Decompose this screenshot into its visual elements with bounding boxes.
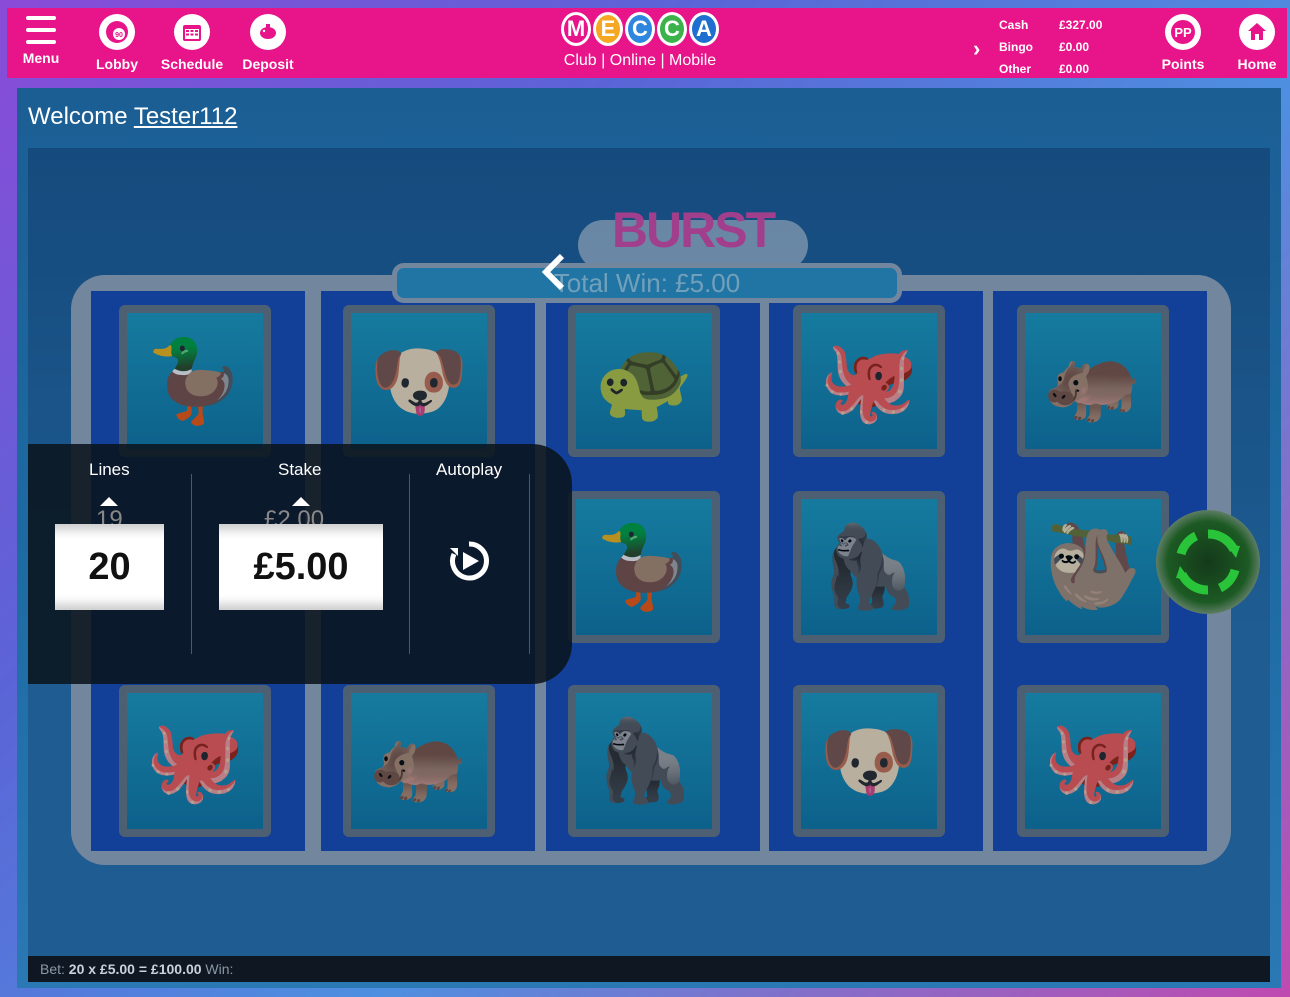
svg-text:90: 90 — [115, 32, 123, 39]
symbol-pug: 🐶 — [343, 305, 495, 457]
points-button[interactable]: PP Points — [1157, 8, 1209, 78]
reel-4: 🐙 🦍 🐶 — [769, 291, 983, 851]
home-label: Home — [1237, 56, 1277, 72]
autoplay-icon[interactable] — [446, 538, 492, 584]
logo-tagline: Club | Online | Mobile — [563, 52, 717, 69]
logo-letter: E — [593, 12, 623, 46]
symbol-octopus: 🐙 — [1017, 685, 1169, 837]
slot-game: BURST 🦆 🐙 🐶 🦛 🐢 🦆 🦍 🐙 🦍 🐶 🦛 🦥 🐙 Total Wi… — [28, 148, 1270, 956]
symbol-gorilla: 🦍 — [793, 491, 945, 643]
menu-label: Menu — [22, 50, 60, 66]
symbol-turtle: 🐢 — [568, 305, 720, 457]
collapse-panel-chevron-icon[interactable] — [538, 252, 570, 292]
bingo-ball-icon: 90 — [99, 14, 135, 50]
top-nav-bar: Menu 90 Lobby Schedule Deposit M E C C A… — [7, 8, 1287, 78]
symbol-duck: 🦆 — [568, 491, 720, 643]
balance-row-cash: Cash £327.00 — [999, 18, 1103, 32]
bet-control-panel: Lines Stake Autoplay 19 20 £2.00 £5.00 — [28, 444, 530, 684]
welcome-prefix: Welcome — [28, 103, 128, 130]
autoplay-label: Autoplay — [436, 460, 503, 479]
symbol-sloth: 🦥 — [1017, 491, 1169, 643]
chevron-right-icon: › — [973, 36, 981, 61]
username-link[interactable]: Tester112 — [134, 103, 238, 130]
stake-label: Stake — [278, 460, 322, 479]
lines-value[interactable]: 20 — [55, 524, 164, 610]
deposit-label: Deposit — [242, 56, 294, 72]
menu-button[interactable]: Menu — [19, 8, 63, 78]
schedule-button[interactable]: Schedule — [157, 8, 227, 78]
game-title: BURST — [611, 202, 776, 258]
stake-value[interactable]: £5.00 — [219, 524, 383, 610]
home-icon — [1239, 14, 1275, 50]
schedule-label: Schedule — [160, 56, 224, 72]
divider — [409, 474, 410, 654]
logo-letters: M E C C A — [555, 12, 725, 46]
balance-row-bingo: Bingo £0.00 — [999, 40, 1090, 54]
symbol-hippo: 🦛 — [343, 685, 495, 837]
win-label: Win: — [205, 961, 234, 977]
mecca-logo[interactable]: M E C C A Club | Online | Mobile — [555, 12, 725, 70]
points-label: Points — [1161, 56, 1205, 72]
bet-prefix: Bet: — [40, 961, 65, 977]
lines-increase-arrow-icon[interactable] — [100, 497, 118, 506]
logo-letter: C — [657, 12, 687, 46]
hamburger-icon — [26, 16, 56, 44]
reel-3: 🐢 🦆 🦍 — [546, 291, 760, 851]
symbol-duck: 🦆 — [119, 305, 271, 457]
panel-tab — [530, 444, 572, 684]
svg-text:PP: PP — [1174, 25, 1192, 40]
lobby-button[interactable]: 90 Lobby — [93, 8, 141, 78]
logo-letter: M — [561, 12, 591, 46]
lines-label: Lines — [89, 460, 130, 479]
points-icon: PP — [1165, 14, 1201, 50]
logo-letter: A — [689, 12, 719, 46]
welcome-message: Welcome Tester112 — [28, 103, 237, 131]
symbol-hippo: 🦛 — [1017, 305, 1169, 457]
balance-panel[interactable]: › Cash £327.00 Bingo £0.00 Other £0.00 — [973, 14, 1123, 80]
symbol-octopus: 🐙 — [793, 305, 945, 457]
lobby-label: Lobby — [96, 56, 138, 72]
spin-arrows-icon — [1176, 529, 1240, 595]
symbol-pug: 🐶 — [793, 685, 945, 837]
deposit-button[interactable]: Deposit — [240, 8, 296, 78]
stake-increase-arrow-icon[interactable] — [292, 497, 310, 506]
spin-button[interactable] — [1156, 510, 1260, 614]
divider — [191, 474, 192, 654]
calendar-icon — [174, 14, 210, 50]
burst-game-logo: BURST — [578, 190, 808, 270]
logo-letter: C — [625, 12, 655, 46]
balance-row-other: Other £0.00 — [999, 62, 1090, 76]
bet-status-bar: Bet: 20 x £5.00 = £100.00 Win: — [28, 956, 1270, 982]
symbol-gorilla: 🦍 — [568, 685, 720, 837]
total-win-display: Total Win: £5.00 — [392, 263, 902, 303]
bet-summary: 20 x £5.00 = £100.00 — [68, 961, 202, 977]
piggy-bank-icon — [250, 14, 286, 50]
home-button[interactable]: Home — [1233, 8, 1281, 78]
symbol-octopus: 🐙 — [119, 685, 271, 837]
